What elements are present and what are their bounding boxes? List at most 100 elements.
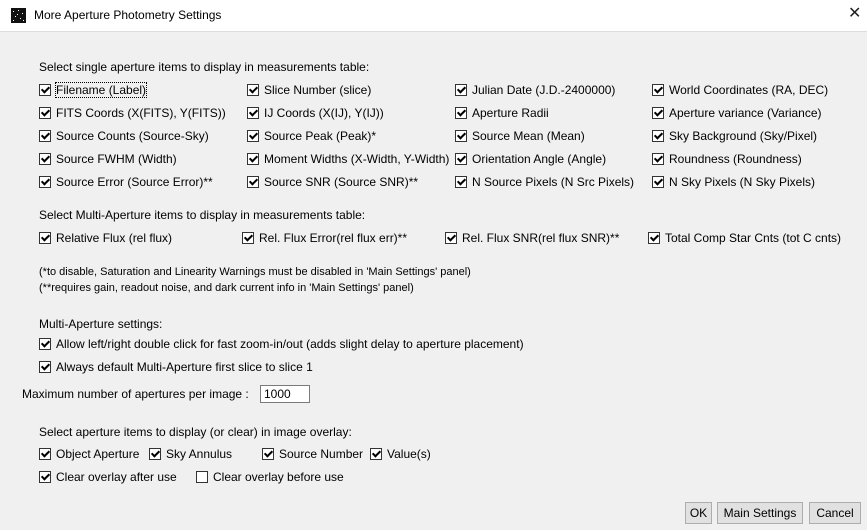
checkbox-box[interactable] (247, 107, 259, 119)
checkbox-values[interactable]: Value(s) (370, 447, 431, 461)
checkbox-box[interactable] (262, 448, 274, 460)
checkbox-aperture-variance[interactable]: Aperture variance (Variance) (652, 106, 822, 120)
ok-button[interactable]: OK (685, 502, 712, 524)
checkbox-ij-coords[interactable]: IJ Coords (X(IJ), Y(IJ)) (247, 106, 384, 120)
checkbox-aperture-radii[interactable]: Aperture Radii (455, 106, 549, 120)
cancel-button[interactable]: Cancel (809, 502, 861, 524)
checkbox-label: Orientation Angle (Angle) (472, 152, 607, 166)
checkbox-box[interactable] (247, 130, 259, 142)
checkbox-label: N Source Pixels (N Src Pixels) (472, 175, 635, 189)
close-icon[interactable]: ✕ (848, 6, 861, 22)
checkbox-box[interactable] (39, 176, 51, 188)
checkbox-box[interactable] (247, 176, 259, 188)
checkbox-world-coordinates[interactable]: World Coordinates (RA, DEC) (652, 83, 828, 97)
checkbox-source-fwhm[interactable]: Source FWHM (Width) (39, 152, 177, 166)
checkbox-rel-flux-snr[interactable]: Rel. Flux SNR(rel flux SNR)** (445, 231, 619, 245)
checkbox-box[interactable] (196, 471, 208, 483)
checkbox-box[interactable] (247, 153, 259, 165)
checkbox-relative-flux[interactable]: Relative Flux (rel flux) (39, 231, 172, 245)
checkbox-box[interactable] (39, 84, 51, 96)
checkbox-label: Clear overlay before use (213, 470, 344, 484)
checkbox-box[interactable] (247, 84, 259, 96)
checkbox-box[interactable] (39, 130, 51, 142)
checkbox-source-number[interactable]: Source Number (262, 447, 363, 461)
checkbox-label: Moment Widths (X-Width, Y-Width) (264, 152, 450, 166)
checkbox-roundness[interactable]: Roundness (Roundness) (652, 152, 802, 166)
checkbox-orientation-angle[interactable]: Orientation Angle (Angle) (455, 152, 606, 166)
checkbox-label: Filename (Label) (54, 82, 148, 98)
checkbox-label: Rel. Flux Error(rel flux err)** (259, 231, 408, 245)
checkbox-label: Source Error (Source Error)** (56, 175, 213, 189)
checkbox-fits-coords[interactable]: FITS Coords (X(FITS), Y(FITS)) (39, 106, 226, 120)
note-gain: (**requires gain, readout noise, and dar… (39, 282, 414, 294)
checkbox-box[interactable] (39, 448, 51, 460)
checkbox-source-error[interactable]: Source Error (Source Error)** (39, 175, 213, 189)
checkbox-n-sky-pixels[interactable]: N Sky Pixels (N Sky Pixels) (652, 175, 815, 189)
checkbox-label: Julian Date (J.D.-2400000) (472, 83, 616, 97)
checkbox-slice-number[interactable]: Slice Number (slice) (247, 83, 371, 97)
checkbox-box[interactable] (39, 232, 51, 244)
checkbox-source-peak[interactable]: Source Peak (Peak)* (247, 129, 376, 143)
checkbox-label: Source FWHM (Width) (56, 152, 177, 166)
checkbox-rel-flux-error[interactable]: Rel. Flux Error(rel flux err)** (242, 231, 407, 245)
checkbox-label: Value(s) (387, 447, 431, 461)
checkbox-clear-before-use[interactable]: Clear overlay before use (196, 470, 344, 484)
checkbox-filename[interactable]: Filename (Label) (39, 82, 148, 98)
checkbox-box[interactable] (149, 448, 161, 460)
checkbox-label: Rel. Flux SNR(rel flux SNR)** (462, 231, 620, 245)
multi-settings-heading: Multi-Aperture settings: (39, 317, 163, 331)
checkbox-label: Relative Flux (rel flux) (56, 231, 173, 245)
checkbox-box[interactable] (648, 232, 660, 244)
checkbox-box[interactable] (39, 338, 51, 350)
checkbox-box[interactable] (370, 448, 382, 460)
checkbox-moment-widths[interactable]: Moment Widths (X-Width, Y-Width) (247, 152, 449, 166)
title-bar: More Aperture Photometry Settings ✕ (0, 0, 867, 32)
checkbox-box[interactable] (39, 361, 51, 373)
checkbox-box[interactable] (39, 471, 51, 483)
checkbox-source-counts[interactable]: Source Counts (Source-Sky) (39, 129, 209, 143)
checkbox-label: Source Counts (Source-Sky) (56, 129, 209, 143)
checkbox-default-first-slice[interactable]: Always default Multi-Aperture first slic… (39, 360, 313, 374)
checkbox-source-mean[interactable]: Source Mean (Mean) (455, 129, 585, 143)
checkbox-box[interactable] (652, 130, 664, 142)
checkbox-label: World Coordinates (RA, DEC) (669, 83, 829, 97)
checkbox-clear-after-use[interactable]: Clear overlay after use (39, 470, 177, 484)
checkbox-box[interactable] (455, 153, 467, 165)
checkbox-box[interactable] (652, 176, 664, 188)
checkbox-label: Roundness (Roundness) (669, 152, 802, 166)
max-apertures-input[interactable] (260, 385, 310, 403)
checkbox-source-snr[interactable]: Source SNR (Source SNR)** (247, 175, 418, 189)
max-apertures-label: Maximum number of apertures per image : (22, 387, 249, 401)
checkbox-label: Source Peak (Peak)* (264, 129, 377, 143)
checkbox-box[interactable] (652, 84, 664, 96)
checkbox-label: Source Number (279, 447, 364, 461)
checkbox-box[interactable] (455, 107, 467, 119)
note-saturation: (*to disable, Saturation and Linearity W… (39, 266, 471, 278)
overlay-heading: Select aperture items to display (or cle… (39, 425, 352, 439)
main-settings-button[interactable]: Main Settings (717, 502, 803, 524)
checkbox-label: Object Aperture (56, 447, 140, 461)
checkbox-total-comp-star-cnts[interactable]: Total Comp Star Cnts (tot C cnts) (648, 231, 841, 245)
checkbox-label: Total Comp Star Cnts (tot C cnts) (665, 231, 842, 245)
checkbox-double-click-zoom[interactable]: Allow left/right double click for fast z… (39, 337, 524, 351)
checkbox-sky-annulus[interactable]: Sky Annulus (149, 447, 232, 461)
checkbox-box[interactable] (39, 107, 51, 119)
checkbox-box[interactable] (39, 153, 51, 165)
checkbox-label: N Sky Pixels (N Sky Pixels) (669, 175, 816, 189)
checkbox-label: Always default Multi-Aperture first slic… (56, 360, 313, 374)
app-icon (11, 8, 26, 23)
checkbox-box[interactable] (652, 153, 664, 165)
checkbox-label: Clear overlay after use (56, 470, 177, 484)
checkbox-object-aperture[interactable]: Object Aperture (39, 447, 139, 461)
checkbox-box[interactable] (445, 232, 457, 244)
checkbox-box[interactable] (455, 130, 467, 142)
checkbox-label: FITS Coords (X(FITS), Y(FITS)) (56, 106, 226, 120)
checkbox-box[interactable] (455, 84, 467, 96)
checkbox-julian-date[interactable]: Julian Date (J.D.-2400000) (455, 83, 615, 97)
checkbox-sky-background[interactable]: Sky Background (Sky/Pixel) (652, 129, 817, 143)
checkbox-box[interactable] (242, 232, 254, 244)
checkbox-n-source-pixels[interactable]: N Source Pixels (N Src Pixels) (455, 175, 634, 189)
checkbox-box[interactable] (455, 176, 467, 188)
checkbox-box[interactable] (652, 107, 664, 119)
checkbox-label: Sky Annulus (166, 447, 233, 461)
